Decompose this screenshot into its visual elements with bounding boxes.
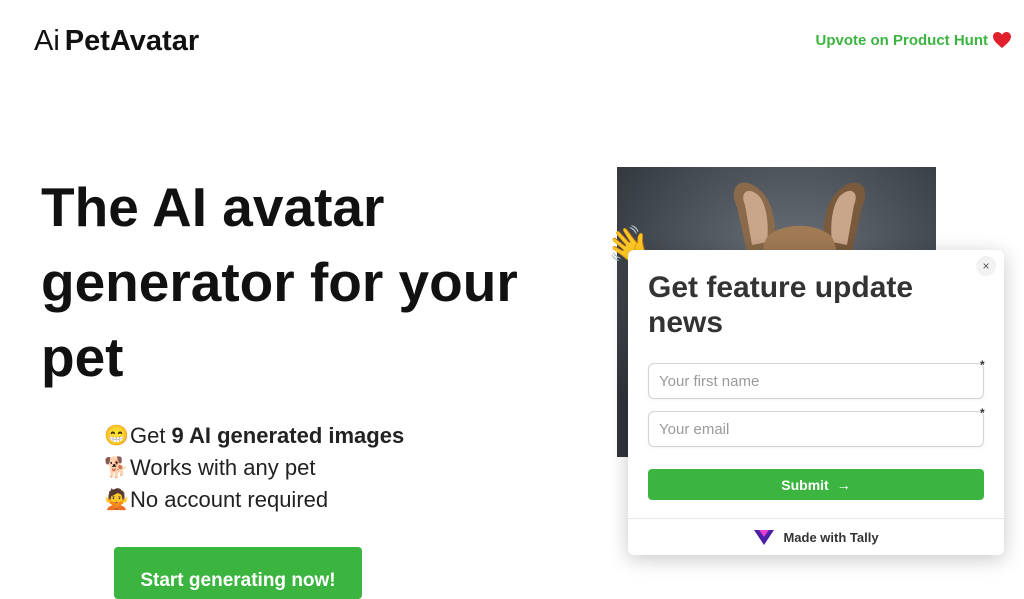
close-icon[interactable]: × <box>976 256 996 276</box>
first-name-input[interactable] <box>648 363 984 399</box>
feature-no-account-label: No account required <box>130 487 329 512</box>
email-input[interactable] <box>648 411 984 447</box>
feature-any-pet-label: Works with any pet <box>130 455 316 480</box>
heart-icon <box>993 32 1011 48</box>
producthunt-link[interactable]: Upvote on Product Hunt <box>816 31 1013 49</box>
logo-prefix: Ai <box>34 25 60 57</box>
email-required-mark: * <box>980 406 985 420</box>
grinning-face-icon: 😁 <box>104 425 129 447</box>
start-generating-button[interactable]: Start generating now! <box>114 547 362 599</box>
made-with-tally-link[interactable]: Made with Tally <box>628 518 1004 555</box>
arrow-right-icon: → <box>836 476 851 493</box>
feature-images-bold: 9 AI generated images <box>171 423 405 448</box>
feature-list: 😁 Get 9 AI generated images 🐕 Works with… <box>104 420 404 516</box>
popup-title: Get feature update news <box>648 271 914 339</box>
made-with-tally-label: Made with Tally <box>783 529 879 545</box>
feature-news-popup: × Get feature update news * * Submit → M… <box>628 250 1004 555</box>
feature-item-no-account: 🙅 No account required <box>104 484 404 516</box>
first-name-required-mark: * <box>980 358 985 372</box>
no-gesture-icon: 🙅 <box>104 489 129 511</box>
submit-button[interactable]: Submit → <box>648 469 984 500</box>
producthunt-link-label: Upvote on Product Hunt <box>815 31 989 49</box>
tally-logo-icon <box>754 530 775 545</box>
dog-icon: 🐕 <box>104 457 129 479</box>
feature-item-images: 😁 Get 9 AI generated images <box>104 420 404 452</box>
logo-name: PetAvatar <box>64 25 200 57</box>
feature-item-any-pet: 🐕 Works with any pet <box>104 452 404 484</box>
logo[interactable]: Ai PetAvatar <box>34 24 199 58</box>
feature-images-prefix: Get <box>130 423 166 448</box>
hero-title: The AI avatar generator for your pet <box>41 176 518 388</box>
submit-button-label: Submit <box>781 476 829 493</box>
